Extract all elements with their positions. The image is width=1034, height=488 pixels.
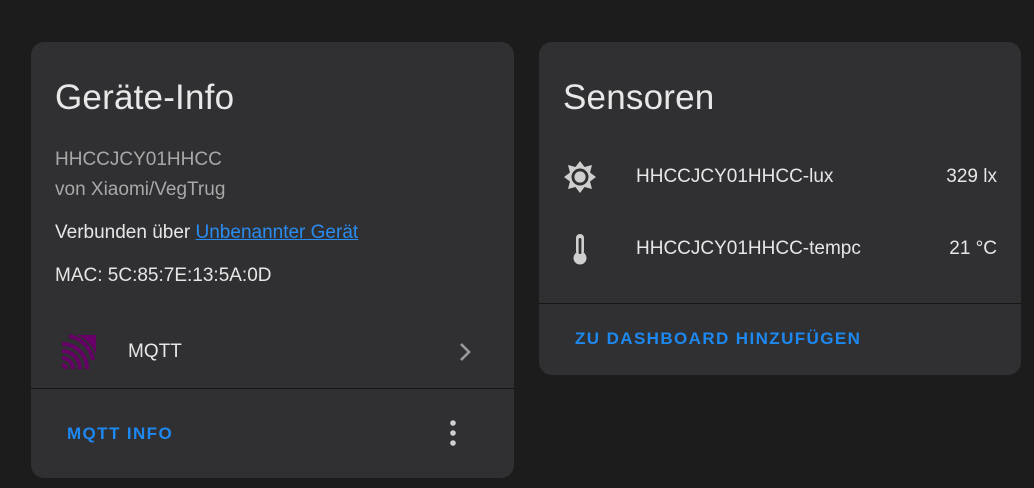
- mac-address: MAC: 5C:85:7E:13:5A:0D: [55, 265, 272, 286]
- sensor-row-lux[interactable]: HHCCJCY01HHCC-lux 329 lx: [539, 152, 1021, 202]
- connected-via: Verbunden über Unbenannter Gerät: [55, 222, 358, 244]
- sensor-value: 21 °C: [949, 238, 997, 259]
- card-actions-divider: [539, 303, 1021, 304]
- more-vert-icon[interactable]: [441, 418, 465, 448]
- sensor-value: 329 lx: [946, 166, 997, 187]
- sensor-name: HHCCJCY01HHCC-tempc: [636, 238, 861, 259]
- sensor-row-temperature[interactable]: HHCCJCY01HHCC-tempc 21 °C: [539, 224, 1021, 274]
- connected-via-link[interactable]: Unbenannter Gerät: [196, 222, 359, 243]
- integration-label: MQTT: [128, 341, 182, 362]
- brightness-icon: [564, 161, 596, 193]
- sensor-name: HHCCJCY01HHCC-lux: [636, 166, 834, 187]
- mqtt-info-button[interactable]: MQTT INFO: [67, 424, 173, 444]
- device-info-card: Geräte-Info HHCCJCY01HHCC von Xiaomi/Veg…: [31, 42, 514, 478]
- chevron-right-icon: [460, 343, 471, 361]
- thermometer-icon: [573, 234, 587, 265]
- sensors-title: Sensoren: [563, 78, 715, 117]
- sensors-card: Sensoren HHCCJCY01HHCC-lux 329 lx HHCCJC…: [539, 42, 1021, 375]
- device-manufacturer: von Xiaomi/VegTrug: [55, 179, 226, 200]
- mqtt-icon: [61, 334, 96, 370]
- card-actions-divider: [31, 388, 514, 389]
- device-info-title: Geräte-Info: [55, 78, 235, 117]
- integration-row-mqtt[interactable]: MQTT: [31, 326, 514, 386]
- connected-via-label: Verbunden über: [55, 222, 196, 243]
- device-model: HHCCJCY01HHCC: [55, 149, 222, 170]
- add-to-dashboard-button[interactable]: ZU DASHBOARD HINZUFÜGEN: [575, 329, 861, 349]
